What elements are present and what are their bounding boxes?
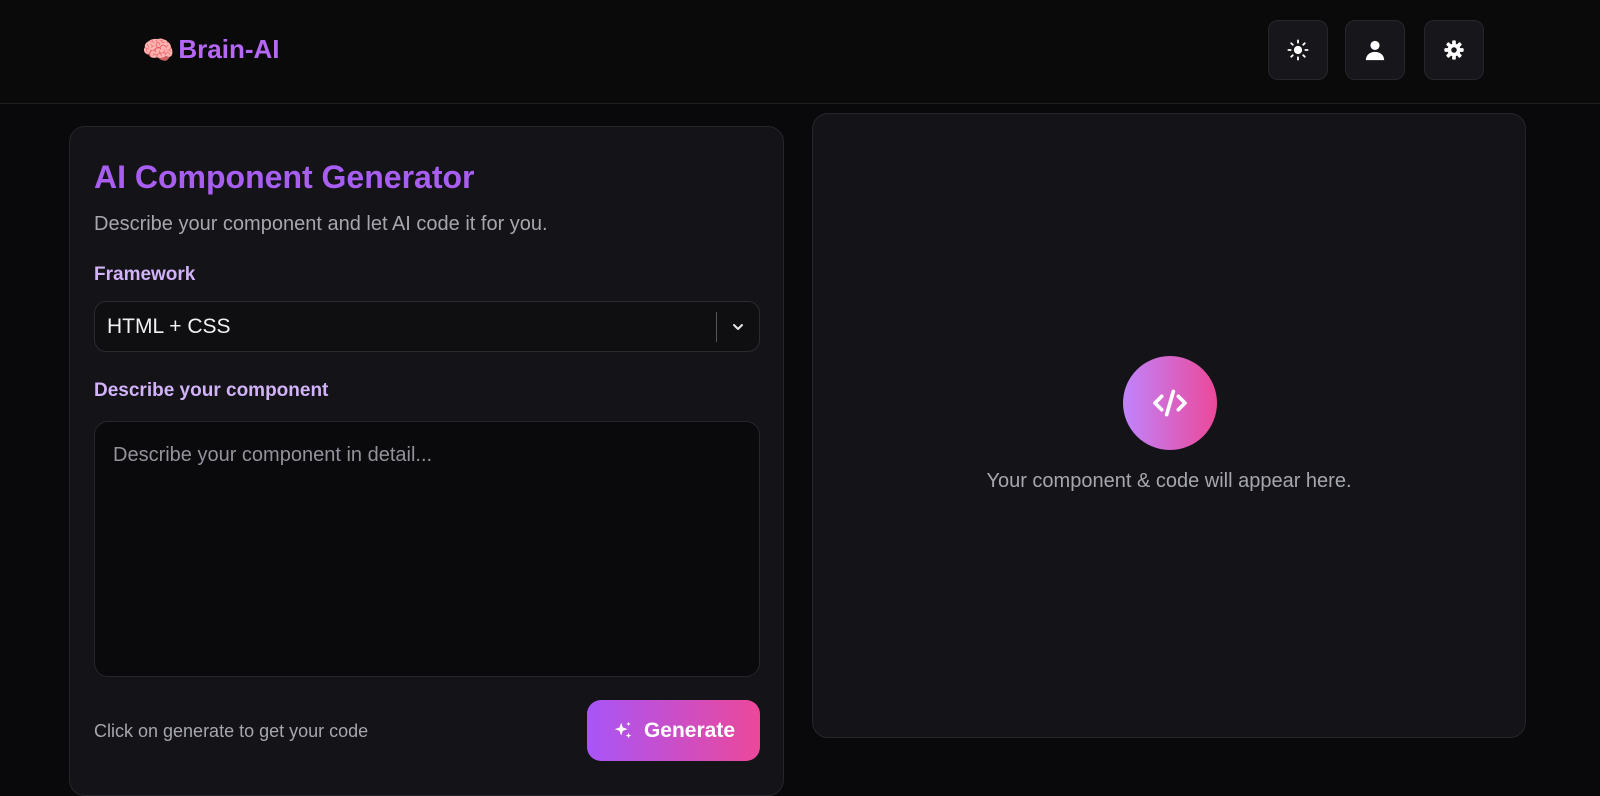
code-badge — [1123, 356, 1217, 450]
component-description-input[interactable] — [94, 421, 760, 677]
profile-button[interactable] — [1345, 20, 1405, 80]
preview-placeholder-text: Your component & code will appear here. — [986, 470, 1352, 492]
framework-select[interactable]: HTML + CSS — [94, 301, 760, 352]
describe-label: Describe your component — [94, 380, 329, 401]
top-navbar: 🧠 Brain-AI — [0, 0, 1600, 104]
framework-label: Framework — [94, 264, 196, 285]
preview-panel: Your component & code will appear here. — [812, 113, 1526, 738]
sun-icon — [1287, 39, 1309, 61]
sparkles-icon — [614, 721, 632, 738]
generate-hint: Click on generate to get your code — [94, 721, 369, 741]
chevron-down-icon[interactable] — [717, 319, 759, 335]
theme-toggle-button[interactable] — [1268, 20, 1328, 80]
code-icon — [1153, 389, 1187, 417]
brand-name: Brain-AI — [178, 34, 280, 64]
generate-button[interactable]: Generate — [587, 700, 760, 761]
generate-button-label: Generate — [643, 718, 736, 742]
page-subtitle: Describe your component and let AI code … — [94, 213, 548, 235]
user-icon — [1365, 40, 1385, 61]
page-title: AI Component Generator — [94, 159, 475, 195]
gear-icon — [1444, 40, 1464, 60]
framework-select-value: HTML + CSS — [107, 314, 231, 338]
brain-icon: 🧠 — [142, 34, 175, 65]
brand-logo[interactable]: 🧠 Brain-AI — [142, 34, 280, 65]
generator-panel: AI Component Generator Describe your com… — [69, 126, 784, 796]
settings-button[interactable] — [1424, 20, 1484, 80]
